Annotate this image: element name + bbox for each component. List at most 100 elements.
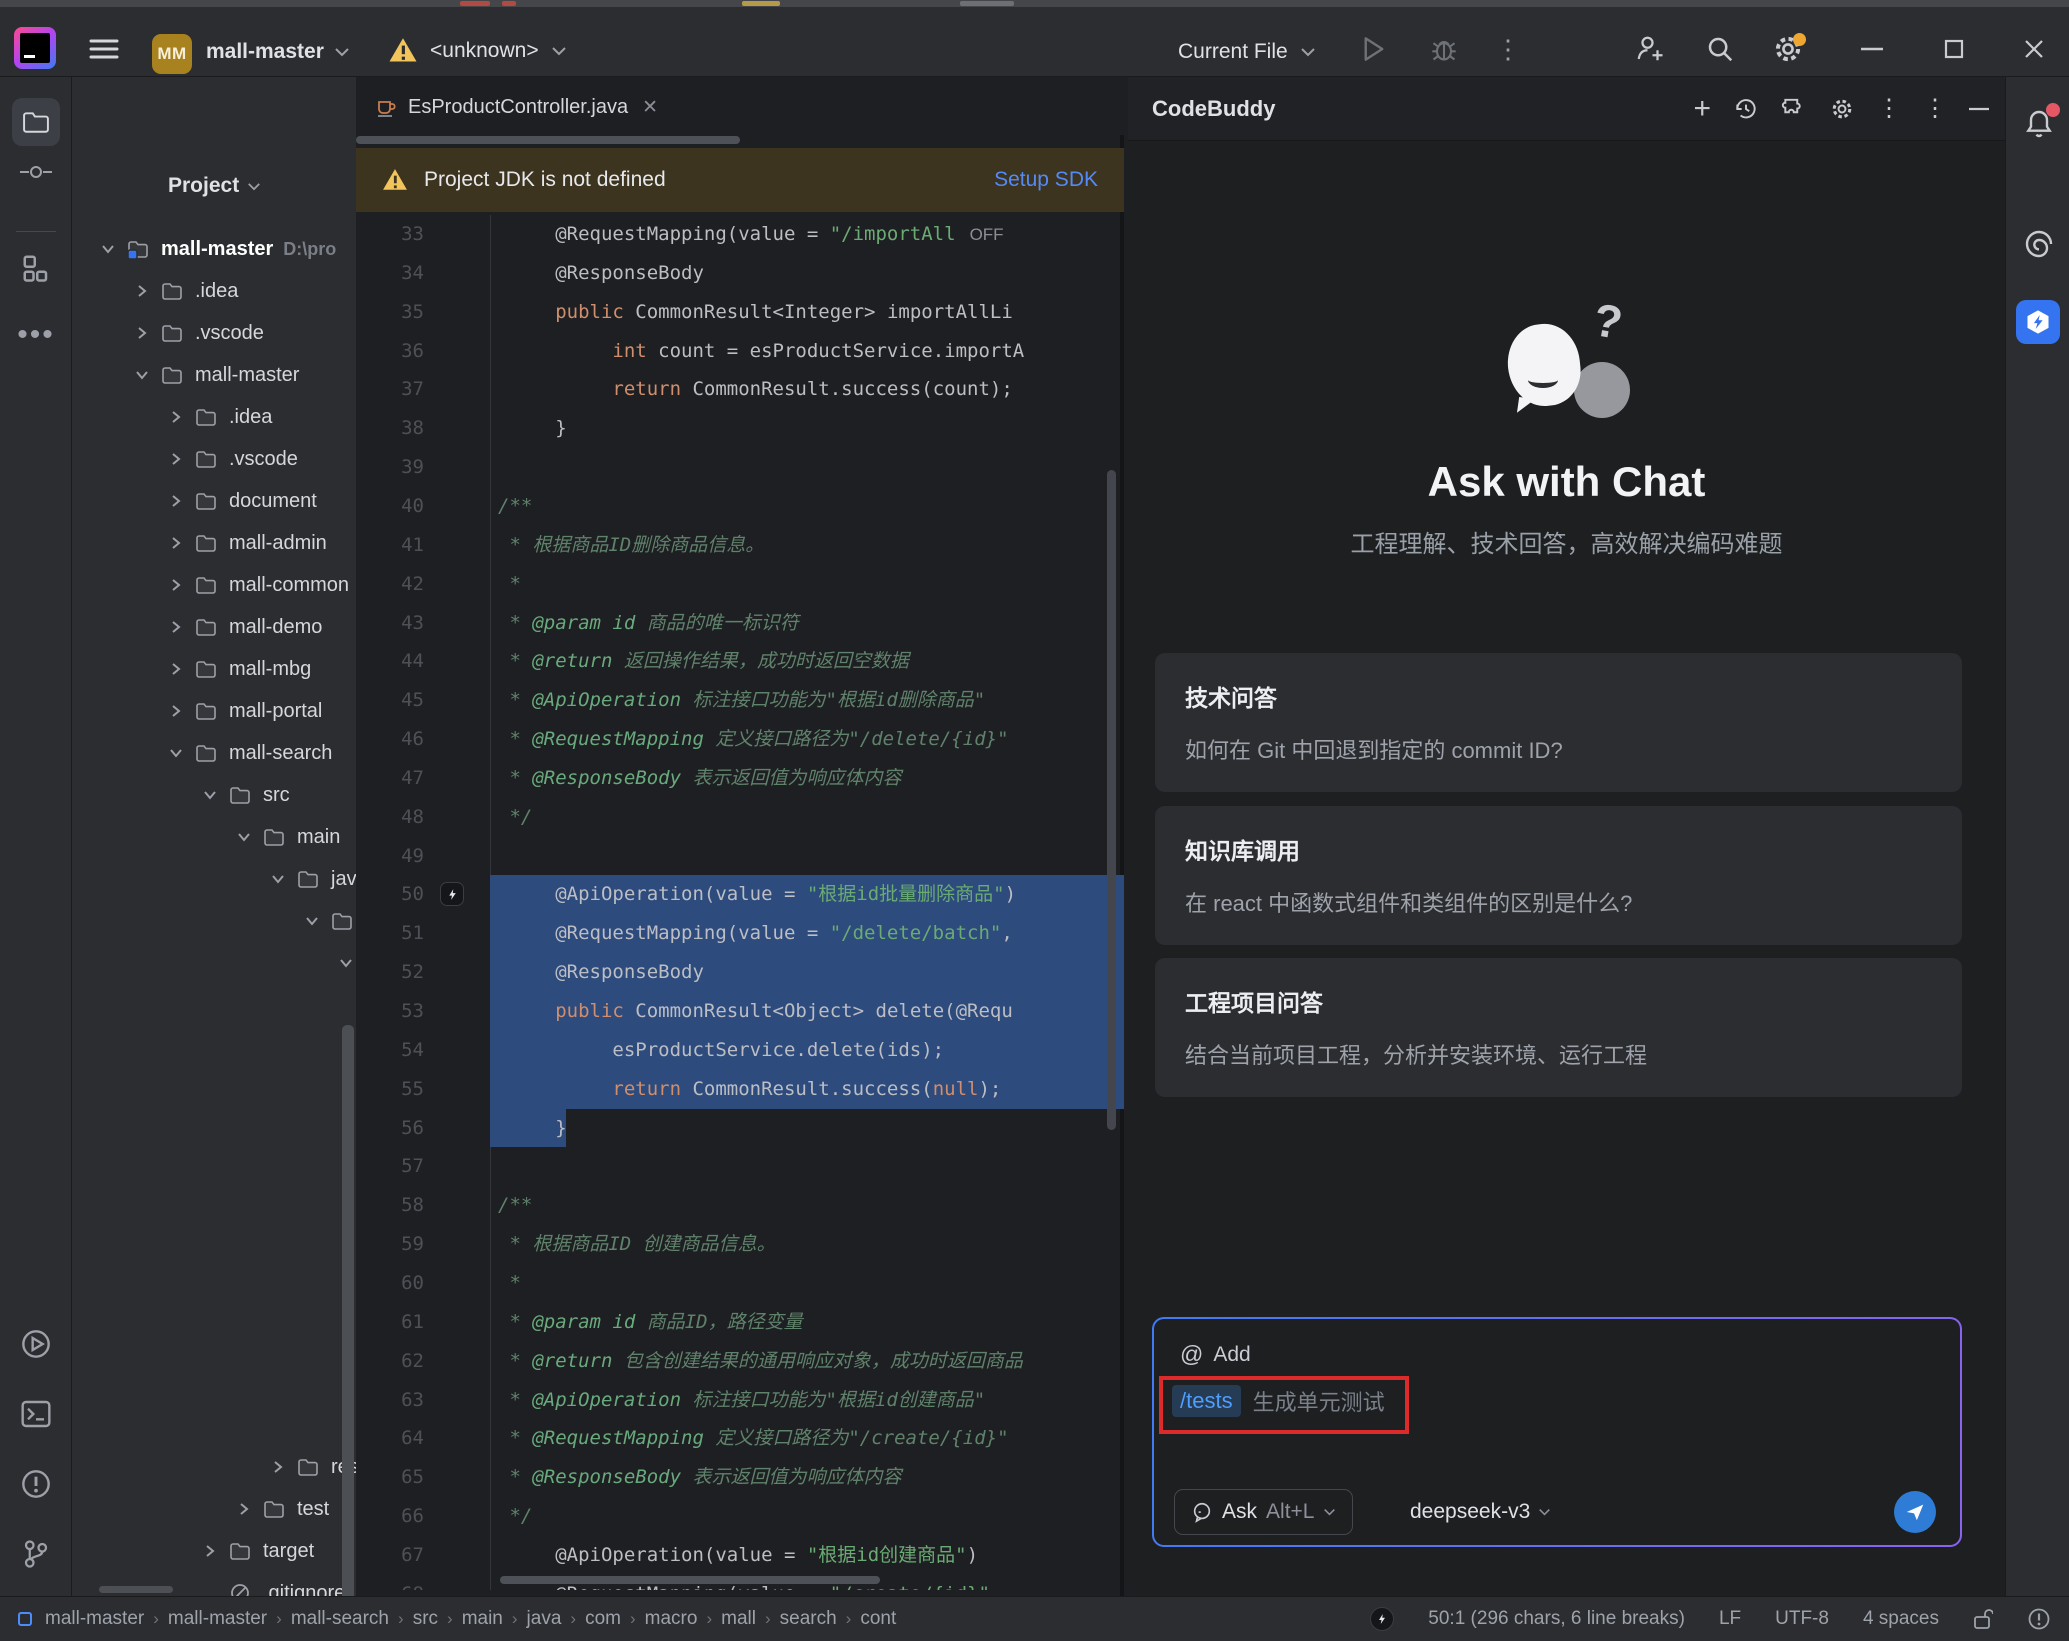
chevron-right-icon[interactable]: [167, 408, 185, 426]
chevron-down-icon[interactable]: [133, 366, 151, 384]
setup-sdk-link[interactable]: Setup SDK: [994, 168, 1098, 192]
code-line-65[interactable]: 65 * @ResponseBody 表示返回值为响应体内容: [356, 1458, 1124, 1497]
code-line-49[interactable]: 49: [356, 837, 1124, 876]
breadcrumb-item[interactable]: cont: [860, 1608, 896, 1630]
code-line-63[interactable]: 63 * @ApiOperation 标注接口功能为"根据id创建商品": [356, 1381, 1124, 1420]
code-line-39[interactable]: 39: [356, 448, 1124, 487]
settings-button[interactable]: [1770, 31, 1806, 67]
window-maximize-button[interactable]: [1934, 31, 1974, 67]
breadcrumb-item[interactable]: mall-search: [291, 1608, 389, 1630]
code-line-38[interactable]: 38 }: [356, 409, 1124, 448]
more-actions-button[interactable]: ⋮: [1490, 31, 1526, 67]
ask-mode-selector[interactable]: Ask Alt+L: [1174, 1489, 1353, 1535]
breadcrumb-item[interactable]: search: [780, 1608, 837, 1630]
tree-item-mall-admin[interactable]: mall-admin: [72, 522, 356, 564]
tree-item-macro[interactable]: macro: [72, 942, 356, 984]
code-line-62[interactable]: 62 * @return 包含创建结果的通用响应对象，成功时返回商品: [356, 1342, 1124, 1381]
codebuddy-logo-button[interactable]: [2016, 300, 2060, 344]
panel-options-button[interactable]: ⋮: [1923, 94, 1947, 123]
suggestion-card-1[interactable]: 技术问答如何在 Git 中回退到指定的 commit ID?: [1155, 653, 1962, 792]
tree-item-.idea[interactable]: .idea: [72, 396, 356, 438]
chevron-down-icon[interactable]: [99, 240, 117, 258]
code-line-40[interactable]: 40/**: [356, 487, 1124, 526]
tree-item-.vscode[interactable]: .vscode: [72, 438, 356, 480]
chevron-down-icon[interactable]: [269, 870, 287, 888]
chevron-down-icon[interactable]: [201, 786, 219, 804]
code-line-47[interactable]: 47 * @ResponseBody 表示返回值为响应体内容: [356, 759, 1124, 798]
code-line-58[interactable]: 58/**: [356, 1186, 1124, 1225]
model-selector[interactable]: deepseek-v3: [1410, 1489, 1551, 1535]
codebuddy-status-icon[interactable]: [1370, 1607, 1394, 1631]
breadcrumb-item[interactable]: main: [462, 1608, 503, 1630]
more-tools-button[interactable]: •••: [14, 315, 58, 355]
chevron-right-icon[interactable]: [201, 1542, 219, 1560]
tree-item-.vscode[interactable]: .vscode: [72, 312, 356, 354]
project-panel-header[interactable]: Project: [168, 169, 261, 203]
tab-close-icon[interactable]: ✕: [638, 96, 658, 119]
readonly-toggle[interactable]: [1973, 1608, 1993, 1630]
add-context-button[interactable]: @ Add: [1180, 1341, 1251, 1368]
tree-item-mall-mbg[interactable]: mall-mbg: [72, 648, 356, 690]
editor-vertical-scrollbar[interactable]: [1107, 470, 1116, 1130]
history-button[interactable]: [1733, 96, 1759, 122]
code-editor[interactable]: 33 @RequestMapping(value = "/importAllOF…: [356, 215, 1124, 1590]
chevron-right-icon[interactable]: [167, 534, 185, 552]
code-line-52[interactable]: 52 @ResponseBody: [356, 953, 1124, 992]
code-with-me-button[interactable]: [1632, 31, 1668, 67]
tree-item-src[interactable]: src: [72, 774, 356, 816]
tree-item-mall-master[interactable]: mall-master: [72, 354, 356, 396]
window-minimize-button[interactable]: [1852, 31, 1892, 67]
commit-tool-button[interactable]: [17, 155, 55, 189]
code-line-37[interactable]: 37 return CommonResult.success(count);: [356, 370, 1124, 409]
code-line-43[interactable]: 43 * @param id 商品的唯一标识符: [356, 604, 1124, 643]
chevron-right-icon[interactable]: [167, 618, 185, 636]
indent-config[interactable]: 4 spaces: [1863, 1608, 1939, 1630]
chevron-right-icon[interactable]: [167, 576, 185, 594]
breadcrumb-item[interactable]: src: [413, 1608, 438, 1630]
code-line-45[interactable]: 45 * @ApiOperation 标注接口功能为"根据id删除商品": [356, 681, 1124, 720]
project-widget[interactable]: mall-master: [206, 40, 350, 64]
vcs-widget[interactable]: <unknown>: [388, 37, 567, 64]
breadcrumb-item[interactable]: java: [527, 1608, 562, 1630]
tree-item-target[interactable]: target: [72, 1530, 356, 1572]
code-line-34[interactable]: 34 @ResponseBody: [356, 254, 1124, 293]
problems-tool-button[interactable]: [17, 1465, 55, 1503]
services-tool-button[interactable]: [17, 1325, 55, 1363]
codebuddy-gutter-icon[interactable]: [440, 882, 464, 906]
plugin-button[interactable]: [1781, 96, 1807, 122]
file-encoding[interactable]: UTF-8: [1775, 1608, 1829, 1630]
breadcrumb-item[interactable]: mall-master: [45, 1608, 144, 1630]
tree-item-main[interactable]: main: [72, 816, 356, 858]
terminal-tool-button[interactable]: [17, 1395, 55, 1433]
suggestion-card-3[interactable]: 工程项目问答结合当前项目工程，分析并安装环境、运行工程: [1155, 958, 1962, 1097]
code-line-48[interactable]: 48 */: [356, 798, 1124, 837]
chat-input-box[interactable]: @ Add /tests 生成单元测试 Ask Alt+L deepseek-v…: [1152, 1317, 1962, 1547]
git-tool-button[interactable]: [17, 1535, 55, 1573]
breadcrumb-item[interactable]: mall: [721, 1608, 756, 1630]
code-line-53[interactable]: 53 public CommonResult<Object> delete(@R…: [356, 992, 1124, 1031]
codebuddy-more-button[interactable]: ⋮: [1877, 94, 1901, 123]
code-line-42[interactable]: 42 *: [356, 565, 1124, 604]
main-menu-button[interactable]: [86, 31, 122, 67]
breadcrumb-item[interactable]: mall-master: [168, 1608, 267, 1630]
code-line-54[interactable]: 54 esProductService.delete(ids);: [356, 1031, 1124, 1070]
line-separator[interactable]: LF: [1719, 1608, 1741, 1630]
tree-item-mall-master[interactable]: mall-masterD:\pro: [72, 228, 356, 270]
debug-button[interactable]: [1426, 31, 1462, 67]
code-line-59[interactable]: 59 * 根据商品ID 创建商品信息。: [356, 1225, 1124, 1264]
chevron-down-icon[interactable]: [235, 828, 253, 846]
code-line-64[interactable]: 64 * @RequestMapping 定义接口路径为"/create/{id…: [356, 1419, 1124, 1458]
code-line-60[interactable]: 60 *: [356, 1264, 1124, 1303]
breadcrumb-item[interactable]: com: [585, 1608, 621, 1630]
notifications-button[interactable]: [2020, 105, 2058, 143]
chevron-right-icon[interactable]: [133, 324, 151, 342]
tree-item-test[interactable]: test: [72, 1488, 356, 1530]
tree-item-resources[interactable]: resources: [72, 1446, 356, 1488]
structure-tool-button[interactable]: [17, 249, 55, 287]
project-vertical-scrollbar[interactable]: [342, 1025, 354, 1596]
send-button[interactable]: [1894, 1491, 1936, 1533]
code-line-61[interactable]: 61 * @param id 商品ID，路径变量: [356, 1303, 1124, 1342]
chevron-right-icon[interactable]: [167, 660, 185, 678]
code-line-50[interactable]: 50 @ApiOperation(value = "根据id批量删除商品"): [356, 875, 1124, 914]
code-line-33[interactable]: 33 @RequestMapping(value = "/importAllOF…: [356, 215, 1124, 254]
